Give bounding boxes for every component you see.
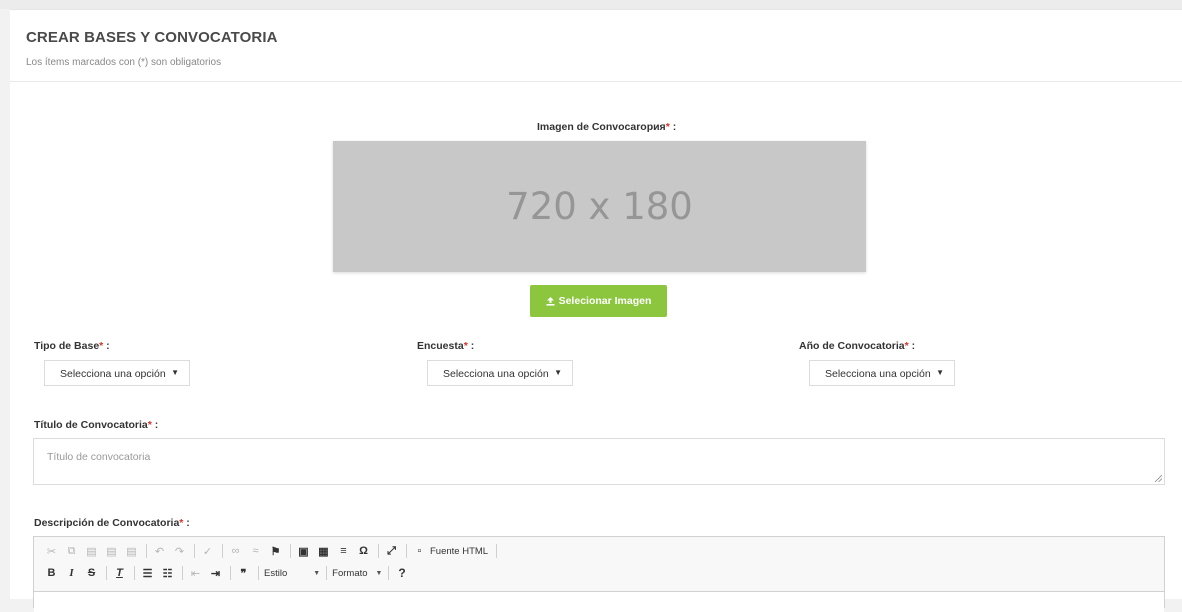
toolbar-separator (222, 544, 223, 558)
strikethrough-icon[interactable]: S (84, 566, 99, 581)
label-suffix: : (183, 517, 190, 529)
toolbar-separator (326, 566, 328, 580)
table-icon[interactable]: ▦ (316, 544, 331, 559)
unlink-icon[interactable]: ≈ (248, 544, 263, 559)
source-html-button[interactable]: Fuente HTML (430, 546, 488, 557)
toolbar-separator (388, 566, 390, 580)
encuesta-value: Selecciona una opción (443, 368, 549, 380)
toolbar-separator (290, 544, 291, 558)
dropdown-caret-icon: ▼ (171, 368, 179, 377)
rich-text-editor: ✂ ⧉ ▤ ▤ ▤ ↶ ↷ ✓ ∞ ≈ ⚑ ▣ ▦ ≡ Ω ⤢ ▫ Fuente… (33, 536, 1165, 612)
titulo-placeholder: Título de convocatoria (47, 451, 151, 463)
style-combo-label: Estilo (264, 567, 288, 579)
label-suffix: : (103, 340, 110, 352)
anio-label: Año de Convocatoria* : (799, 340, 915, 352)
horizontal-rule-icon[interactable]: ≡ (336, 544, 351, 559)
titulo-label-text: Título de Convocatoria (34, 419, 148, 431)
bold-icon[interactable]: B (44, 566, 59, 581)
descripcion-label-text: Descripción de Convocatoria (34, 517, 180, 529)
encuesta-select[interactable]: Selecciona una opción ▼ (427, 360, 573, 386)
format-combo-label: Formato (332, 567, 368, 579)
top-strip (0, 0, 1182, 9)
image-preview: 720 x 180 (333, 141, 866, 272)
toolbar-separator (406, 544, 407, 558)
select-image-label: Selecionar Imagen (558, 295, 652, 307)
link-icon[interactable]: ∞ (228, 544, 243, 559)
tipo-base-label: Tipo de Base* : (34, 340, 110, 352)
label-suffix: : (151, 419, 159, 431)
anchor-flag-icon[interactable]: ⚑ (268, 544, 283, 559)
undo-icon[interactable]: ↶ (152, 544, 167, 559)
cut-icon[interactable]: ✂ (44, 544, 59, 559)
encuesta-label-text: Encuesta (417, 340, 464, 352)
toolbar-separator (194, 544, 195, 558)
toolbar-separator (496, 544, 498, 558)
page-subtitle: Los ítems marcados con (*) son obligator… (26, 57, 222, 68)
help-button[interactable]: ? (394, 566, 409, 581)
anio-select[interactable]: Selecciona una opción ▼ (809, 360, 955, 386)
toolbar-separator (146, 544, 147, 558)
paste-text-icon[interactable]: ▤ (104, 544, 119, 559)
toolbar-separator (182, 566, 183, 580)
toolbar-separator (378, 544, 379, 558)
image-label: Imagen de Convocarория* : (537, 121, 676, 133)
editor-toolbar-row-2: B I S T ☰ ☷ ⇤ ⇥ ❞ Estilo ▼ Formato ▼ ? (44, 563, 414, 583)
label-suffix: : (908, 340, 916, 352)
page-title: CREAR BASES Y CONVOCATORIA (26, 29, 278, 46)
tipo-base-select[interactable]: Selecciona una opción ▼ (44, 360, 190, 386)
paste-word-icon[interactable]: ▤ (124, 544, 139, 559)
combo-caret-icon: ▼ (313, 569, 321, 577)
maximize-icon[interactable]: ⤢ (384, 544, 399, 559)
indent-icon[interactable]: ⇥ (208, 566, 223, 581)
image-size-text: 720 x 180 (506, 185, 693, 228)
editor-content-area[interactable] (34, 591, 1164, 612)
numbered-list-icon[interactable]: ☰ (140, 566, 155, 581)
combo-caret-icon: ▼ (375, 569, 383, 577)
source-icon[interactable]: ▫ (412, 544, 427, 559)
anio-label-text: Año de Convocatoria (799, 340, 905, 352)
image-label-text: Imagen de Convocarория (537, 121, 666, 133)
editor-toolbar-row-1: ✂ ⧉ ▤ ▤ ▤ ↶ ↷ ✓ ∞ ≈ ⚑ ▣ ▦ ≡ Ω ⤢ ▫ Fuente… (44, 541, 502, 561)
anio-value: Selecciona una opción (825, 368, 931, 380)
titulo-label: Título de Convocatoria* : (34, 419, 158, 431)
toolbar-separator (134, 566, 135, 580)
italic-icon[interactable]: I (64, 566, 79, 581)
special-char-icon[interactable]: Ω (356, 544, 371, 559)
toolbar-separator (258, 566, 259, 580)
copy-icon[interactable]: ⧉ (64, 544, 79, 559)
resize-grip-icon[interactable] (1154, 474, 1162, 482)
remove-format-icon[interactable]: T (112, 566, 127, 581)
spellcheck-icon[interactable]: ✓ (200, 544, 215, 559)
form-card: CREAR BASES Y CONVOCATORIA Los ítems mar… (10, 9, 1182, 612)
upload-icon (546, 296, 555, 306)
format-combo[interactable]: Formato ▼ (332, 568, 382, 579)
dropdown-caret-icon: ▼ (554, 368, 562, 377)
tipo-base-label-text: Tipo de Base (34, 340, 100, 352)
toolbar-separator (106, 566, 107, 580)
label-suffix: : (669, 121, 677, 133)
toolbar-separator (230, 566, 231, 580)
select-image-button[interactable]: Selecionar Imagen (530, 285, 667, 317)
style-combo[interactable]: Estilo ▼ (264, 568, 320, 579)
label-suffix: : (467, 340, 475, 352)
titulo-textarea[interactable]: Título de convocatoria (33, 438, 1165, 485)
encuesta-label: Encuesta* : (417, 340, 474, 352)
descripcion-label: Descripción de Convocatoria* : (34, 517, 190, 529)
redo-icon[interactable]: ↷ (172, 544, 187, 559)
card-header: CREAR BASES Y CONVOCATORIA Los ítems mar… (10, 10, 1182, 82)
outdent-icon[interactable]: ⇤ (188, 566, 203, 581)
image-icon[interactable]: ▣ (296, 544, 311, 559)
blockquote-icon[interactable]: ❞ (236, 566, 251, 581)
bulleted-list-icon[interactable]: ☷ (160, 566, 175, 581)
dropdown-caret-icon: ▼ (936, 368, 944, 377)
paste-icon[interactable]: ▤ (84, 544, 99, 559)
tipo-base-value: Selecciona una opción (60, 368, 166, 380)
